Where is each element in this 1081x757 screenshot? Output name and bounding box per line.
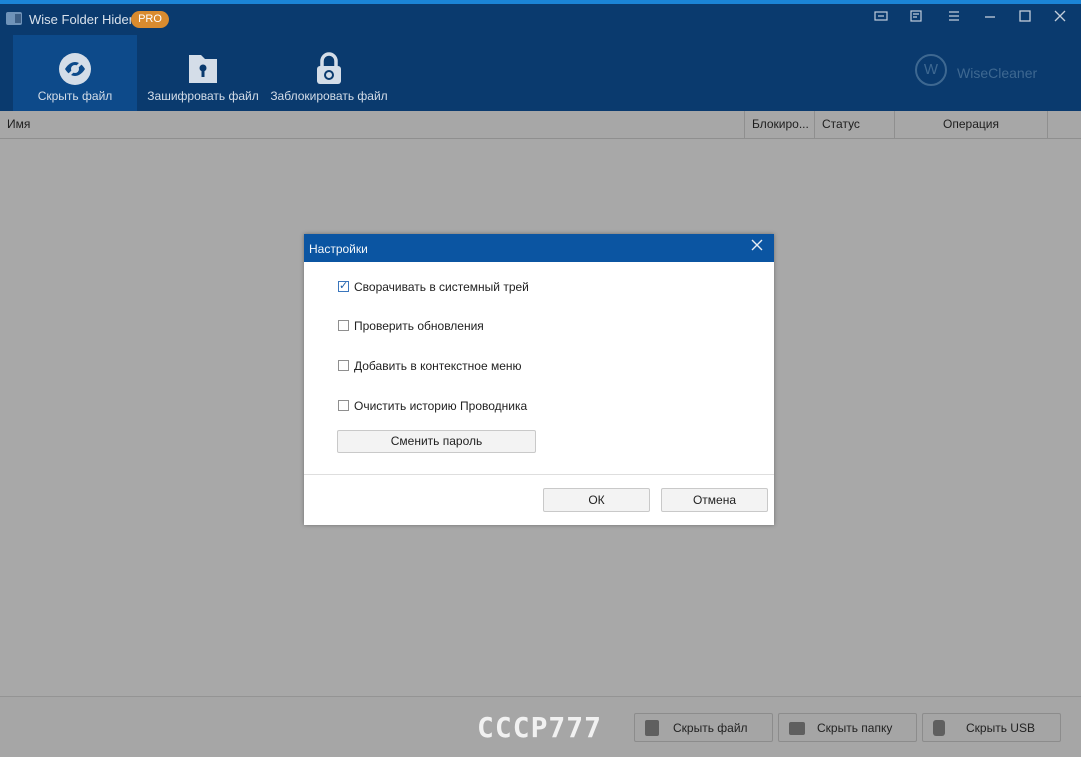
toolbar-hide-file-label: Скрыть файл bbox=[37, 89, 113, 103]
title-bar: Wise Folder Hider PRO bbox=[0, 4, 1081, 32]
close-icon[interactable] bbox=[1048, 8, 1072, 28]
hide-usb-button[interactable]: Скрыть USB bbox=[922, 713, 1061, 742]
padlock-icon bbox=[311, 51, 347, 87]
checkbox-minimize-to-tray[interactable] bbox=[338, 279, 349, 292]
toolbar-encrypt-file-button[interactable]: Зашифровать файл bbox=[141, 35, 265, 111]
dialog-title-bar: Настройки bbox=[304, 234, 774, 262]
folder-icon bbox=[789, 722, 805, 735]
option-context-menu-label: Добавить в контекстное меню bbox=[354, 359, 522, 373]
brand-name: WiseCleaner bbox=[957, 65, 1038, 81]
option-minimize-to-tray-label: Сворачивать в системный трей bbox=[354, 280, 529, 294]
hide-file-button[interactable]: Скрыть файл bbox=[634, 713, 773, 742]
pro-badge: PRO bbox=[131, 11, 169, 28]
checkbox-context-menu[interactable] bbox=[338, 360, 349, 371]
toolbar-lock-file-button[interactable]: Заблокировать файл bbox=[267, 35, 391, 111]
usb-icon bbox=[933, 720, 945, 736]
watermark-text: CCCP777 bbox=[477, 711, 603, 744]
column-status[interactable]: Статус bbox=[814, 111, 894, 138]
hide-folder-label: Скрыть папку bbox=[817, 721, 893, 735]
checkbox-clear-explorer-history[interactable] bbox=[338, 400, 349, 411]
ok-button[interactable]: ОК bbox=[543, 488, 650, 512]
wisecleaner-logo: W bbox=[915, 54, 947, 86]
maximize-icon[interactable] bbox=[1013, 8, 1037, 28]
cancel-button[interactable]: Отмена bbox=[661, 488, 768, 512]
eye-slash-icon bbox=[57, 51, 93, 87]
column-operation[interactable]: Операция bbox=[894, 111, 1047, 138]
option-clear-explorer-history-label: Очистить историю Проводника bbox=[354, 399, 528, 413]
toolbar-encrypt-file-label: Зашифровать файл bbox=[147, 89, 259, 103]
app-logo-icon bbox=[6, 12, 22, 25]
menu-icon[interactable] bbox=[942, 8, 966, 28]
settings-dialog: Настройки Сворачивать в системный трей П… bbox=[304, 234, 774, 525]
column-locked[interactable]: Блокиро... bbox=[744, 111, 814, 138]
toolbar-lock-file-label: Заблокировать файл bbox=[270, 89, 388, 103]
dialog-close-icon[interactable] bbox=[748, 238, 766, 256]
encrypted-folder-icon bbox=[185, 51, 221, 87]
app-title: Wise Folder Hider bbox=[29, 12, 134, 27]
notes-icon[interactable] bbox=[904, 8, 928, 28]
option-check-updates-label: Проверить обновления bbox=[354, 319, 484, 333]
dialog-divider bbox=[304, 474, 774, 475]
hide-usb-label: Скрыть USB bbox=[966, 721, 1035, 735]
dialog-title: Настройки bbox=[309, 242, 368, 256]
column-name[interactable]: Имя bbox=[0, 111, 744, 138]
column-spacer bbox=[1047, 111, 1081, 138]
hide-file-label: Скрыть файл bbox=[673, 721, 748, 735]
file-table-header: Имя Блокиро... Статус Операция bbox=[0, 111, 1081, 139]
hide-folder-button[interactable]: Скрыть папку bbox=[778, 713, 917, 742]
toolbar-hide-file-button[interactable]: Скрыть файл bbox=[13, 35, 137, 111]
file-icon bbox=[645, 720, 659, 736]
minimize-icon[interactable] bbox=[978, 8, 1002, 28]
checkbox-check-updates[interactable] bbox=[338, 320, 349, 331]
feedback-icon[interactable] bbox=[869, 8, 893, 28]
app-header: Wise Folder Hider PRO Скрыть файл Зашифр… bbox=[0, 4, 1081, 111]
change-password-button[interactable]: Сменить пароль bbox=[337, 430, 536, 453]
footer-bar: CCCP777 Скрыть файл Скрыть папку Скрыть … bbox=[0, 696, 1081, 757]
